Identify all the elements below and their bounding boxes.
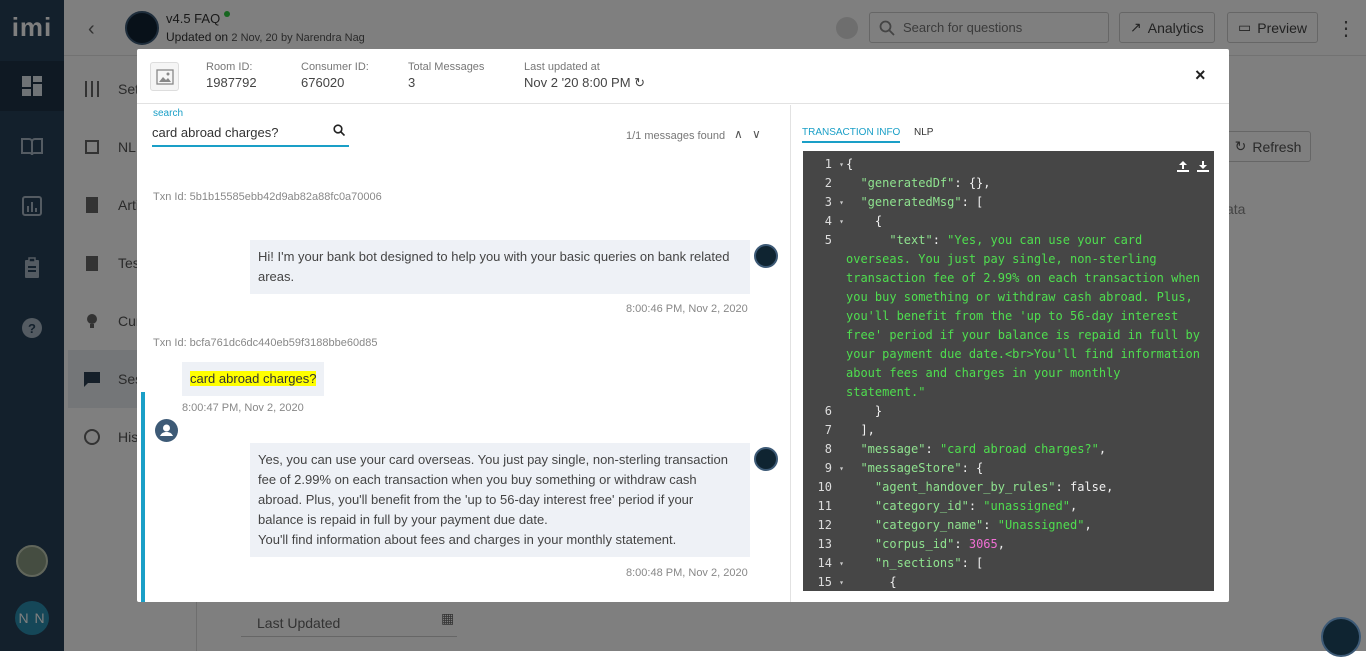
line-number: 8	[824, 442, 832, 456]
line-number: 11	[817, 499, 832, 513]
code-text: "corpus_id": 3065,	[874, 537, 1005, 551]
bot-message: Yes, you can use your card overseas. You…	[250, 443, 750, 557]
message-search-input[interactable]: card abroad charges?	[152, 121, 349, 147]
search-highlight-bar	[141, 392, 145, 602]
code-text: {	[846, 157, 854, 171]
modal-header: Room ID: 1987792 Consumer ID: 676020 Total…	[137, 49, 1229, 104]
fold-toggle-icon[interactable]: ▾	[839, 554, 844, 573]
transaction-id: Txn Id: bcfa761dc6dc440eb59f3188bbe60d85	[153, 337, 378, 349]
line-number: 7	[824, 423, 832, 437]
fold-toggle-icon[interactable]: ▾	[839, 155, 844, 174]
code-text: }	[846, 404, 883, 418]
bot-message: Hi! I'm your bank bot designed to help y…	[250, 240, 750, 294]
line-number: 14 ▾	[803, 554, 846, 573]
fold-toggle-icon[interactable]: ▾	[839, 459, 844, 478]
code-line: 12 "category_name": "Unassigned",	[803, 516, 1214, 535]
code-text: "agent_handover_by_rules": false,	[874, 480, 1114, 494]
conversation-panel: search card abroad charges? 1/1 messages…	[137, 105, 791, 602]
search-result-count: 1/1 messages found	[626, 130, 726, 142]
code-line: 15 ▾ {	[803, 573, 1214, 591]
line-number: 12	[817, 518, 832, 532]
code-line: 9 ▾ "messageStore": {	[803, 459, 1214, 478]
fold-toggle-icon[interactable]: ▾	[839, 573, 844, 591]
message-time: 8:00:46 PM, Nov 2, 2020	[626, 303, 748, 315]
line-number: 10	[817, 480, 832, 494]
code-line: 4 ▾ {	[803, 212, 1214, 231]
session-details-modal: Room ID: 1987792 Consumer ID: 676020 Total…	[137, 49, 1229, 602]
code-text: {	[846, 214, 883, 228]
code-line: 8 "message": "card abroad charges?",	[803, 440, 1214, 459]
consumer-id-field: Consumer ID: 676020	[301, 61, 369, 90]
code-line: 6 }	[803, 402, 1214, 421]
code-line: 13 "corpus_id": 3065,	[803, 535, 1214, 554]
code-text: "category_id": "unassigned",	[874, 499, 1078, 513]
line-number: 3 ▾	[803, 193, 846, 212]
bot-avatar	[754, 244, 778, 268]
transaction-id: Txn Id: 5b1b15585ebb42d9ab82a88fc0a70006	[153, 191, 382, 203]
room-id-field: Room ID: 1987792	[206, 61, 257, 90]
fold-toggle-icon[interactable]: ▾	[839, 212, 844, 231]
line-number: 1 ▾	[803, 155, 846, 174]
user-avatar-icon	[155, 419, 178, 442]
bot-avatar	[754, 447, 778, 471]
code-text: "n_sections": [	[874, 556, 984, 570]
code-line: 3 ▾ "generatedMsg": [	[803, 193, 1214, 212]
chevron-up-icon[interactable]: ∧	[734, 127, 743, 141]
code-line: 7 ],	[803, 421, 1214, 440]
code-text: "messageStore": {	[860, 461, 984, 475]
message-time: 8:00:47 PM, Nov 2, 2020	[182, 402, 304, 414]
line-number: 15 ▾	[803, 573, 846, 591]
code-text: "message": "card abroad charges?",	[860, 442, 1107, 456]
line-number: 6	[824, 404, 832, 418]
code-text: "text": "Yes, you can use your card over…	[846, 233, 1208, 399]
image-icon	[150, 62, 179, 91]
total-messages-field: Total Messages 3	[408, 61, 485, 90]
last-updated-field: Last updated at Nov 2 '20 8:00 PM ↻	[524, 61, 646, 90]
fold-toggle-icon[interactable]: ▾	[839, 193, 844, 212]
download-icon[interactable]	[1196, 160, 1210, 172]
json-viewer[interactable]: 1 ▾{2 "generatedDf": {}, 3 ▾ "generatedMsg"…	[803, 151, 1214, 591]
code-text: "generatedDf": {},	[860, 176, 991, 190]
upload-icon[interactable]	[1176, 160, 1190, 172]
refresh-icon[interactable]: ↻	[634, 75, 645, 90]
code-line: 5 "text": "Yes, you can use your card ov…	[803, 231, 1214, 402]
code-text: ],	[846, 423, 875, 437]
json-code: 1 ▾{2 "generatedDf": {}, 3 ▾ "generatedMsg"…	[803, 151, 1214, 591]
code-text: "generatedMsg": [	[860, 195, 984, 209]
line-number: 13	[817, 537, 832, 551]
close-button[interactable]: ×	[1195, 65, 1206, 86]
code-text: {	[846, 575, 897, 589]
message-time: 8:00:48 PM, Nov 2, 2020	[626, 567, 748, 579]
code-line: 11 "category_id": "unassigned",	[803, 497, 1214, 516]
search-icon[interactable]	[333, 124, 345, 136]
line-number: 4 ▾	[803, 212, 846, 231]
code-line: 2 "generatedDf": {},	[803, 174, 1214, 193]
code-line: 10 "agent_handover_by_rules": false,	[803, 478, 1214, 497]
code-line: 1 ▾{	[803, 155, 1214, 174]
line-number: 2	[824, 176, 832, 190]
code-line: 14 ▾ "n_sections": [	[803, 554, 1214, 573]
line-number: 5	[824, 233, 832, 247]
code-text: "category_name": "Unassigned",	[874, 518, 1092, 532]
line-number: 9 ▾	[803, 459, 846, 478]
tab-nlp[interactable]: NLP	[914, 127, 933, 141]
user-message: card abroad charges?	[182, 362, 325, 396]
chevron-down-icon[interactable]: ∨	[752, 127, 761, 141]
tab-transaction-info[interactable]: TRANSACTION INFO	[802, 127, 901, 143]
details-panel: TRANSACTION INFO NLP 1 ▾{2 "generatedDf":…	[792, 105, 1229, 602]
bot-chat-fab[interactable]	[1321, 617, 1361, 657]
search-label: search	[153, 108, 184, 119]
